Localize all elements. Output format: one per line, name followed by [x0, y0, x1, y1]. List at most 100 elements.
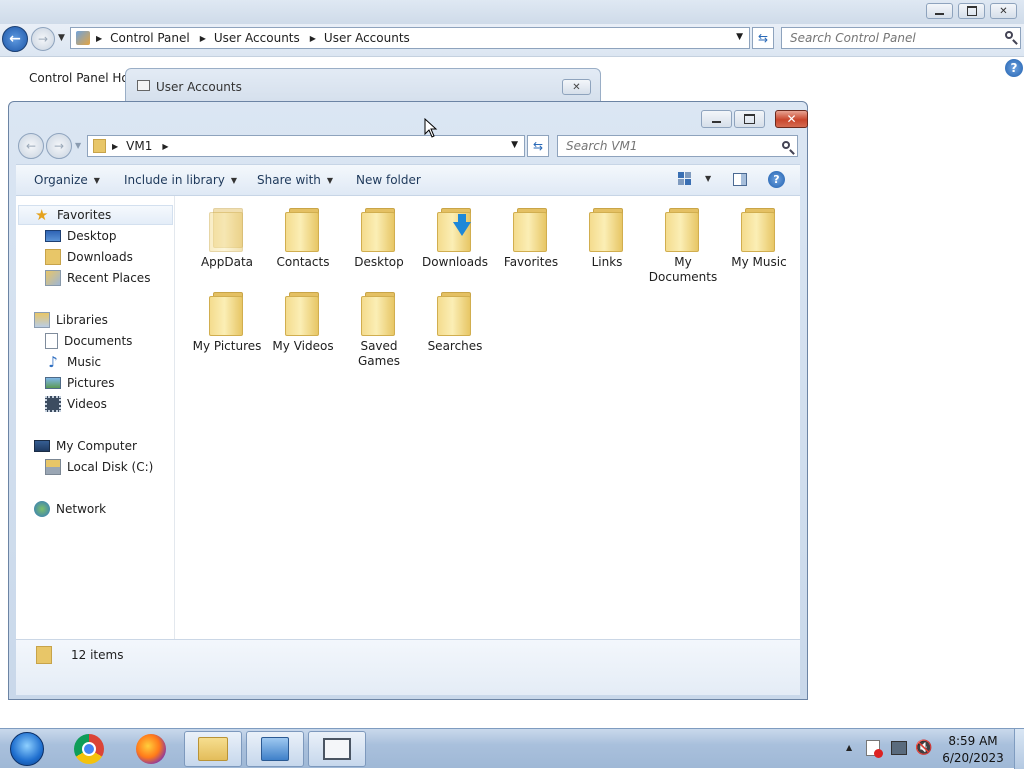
- dropdown-caret-icon: ▼: [93, 175, 100, 185]
- nav-downloads[interactable]: Downloads: [45, 247, 133, 267]
- cp-breadcrumb-item[interactable]: User Accounts: [214, 31, 300, 45]
- ex-search-input[interactable]: [557, 135, 798, 157]
- organize-button[interactable]: Organize ▼: [34, 173, 100, 187]
- start-orb-icon: [10, 732, 44, 766]
- back-arrow-icon: ←: [25, 139, 37, 153]
- ex-minimize-button[interactable]: [701, 110, 732, 128]
- taskbar-chrome-button[interactable]: [60, 731, 118, 767]
- cp-help-icon[interactable]: ?: [1005, 59, 1023, 77]
- address-dropdown-icon[interactable]: ▼: [736, 32, 743, 42]
- folder-item[interactable]: My Pictures: [191, 284, 263, 354]
- new-folder-button[interactable]: New folder: [356, 173, 421, 187]
- folder-label: My Pictures: [192, 339, 262, 353]
- folder-icon: [435, 290, 475, 336]
- help-button[interactable]: ?: [768, 171, 785, 188]
- ex-close-button[interactable]: ✕: [775, 110, 808, 128]
- action-center-warning-icon[interactable]: [866, 740, 883, 758]
- ex-breadcrumb-item[interactable]: VM1: [126, 139, 152, 153]
- folder-item[interactable]: AppData: [191, 200, 263, 270]
- search-icon[interactable]: [782, 141, 790, 149]
- nav-pictures[interactable]: Pictures: [45, 373, 115, 393]
- nav-network[interactable]: Network: [34, 499, 106, 519]
- nav-libraries[interactable]: Libraries: [34, 310, 108, 330]
- folder-item[interactable]: Contacts: [267, 200, 339, 270]
- cp-restore-button[interactable]: [958, 3, 985, 19]
- folder-item[interactable]: Favorites: [495, 200, 567, 270]
- cp-search-input[interactable]: [781, 27, 1021, 49]
- show-desktop-button[interactable]: [1014, 729, 1024, 769]
- folder-item[interactable]: My Music: [723, 200, 795, 270]
- taskbar-clock-time[interactable]: 8:59 AM: [938, 734, 1008, 748]
- taskbar-clock-date[interactable]: 6/20/2023: [938, 751, 1008, 765]
- dropdown-caret-icon: ▼: [326, 175, 334, 185]
- nav-desktop[interactable]: Desktop: [45, 226, 117, 246]
- nav-videos[interactable]: Videos: [45, 394, 107, 414]
- download-arrow-icon: [453, 222, 471, 236]
- preview-pane-button[interactable]: [733, 173, 747, 186]
- cp-close-button[interactable]: ✕: [990, 3, 1017, 19]
- minimize-icon: [935, 13, 944, 15]
- folder-item[interactable]: Saved Games: [343, 284, 415, 369]
- nav-documents[interactable]: Documents: [45, 331, 132, 351]
- nav-favorites[interactable]: ★ Favorites: [18, 205, 173, 225]
- cp-forward-button[interactable]: →: [31, 27, 55, 51]
- ua-dialog-close-button[interactable]: ✕: [562, 79, 591, 95]
- folder-icon: [359, 206, 399, 252]
- taskbar-file-explorer-button[interactable]: [184, 731, 242, 767]
- search-icon[interactable]: [1005, 31, 1013, 39]
- folder-content-area: AppData Contacts Desktop Downloads Favorites…: [175, 196, 800, 639]
- forward-arrow-icon: →: [37, 32, 49, 46]
- show-hidden-icons-icon[interactable]: ▲: [846, 743, 852, 752]
- ex-address-bar[interactable]: ▶ VM1 ▶ ▼: [87, 135, 525, 157]
- user-folder-icon: [93, 139, 106, 153]
- nav-music[interactable]: ♪ Music: [45, 352, 101, 372]
- taskbar-user-accounts-button[interactable]: [308, 731, 366, 767]
- change-view-button[interactable]: ▼: [678, 172, 711, 185]
- folder-icon: [739, 206, 779, 252]
- cp-back-button[interactable]: ←: [2, 26, 28, 52]
- back-arrow-icon: ←: [9, 31, 21, 47]
- ex-back-button[interactable]: ←: [18, 133, 44, 159]
- address-dropdown-icon[interactable]: ▼: [511, 140, 518, 150]
- cp-breadcrumb-item[interactable]: Control Panel: [110, 31, 190, 45]
- refresh-icon: ⇆: [757, 31, 769, 45]
- start-button[interactable]: [0, 731, 54, 767]
- cp-address-bar[interactable]: ▶ Control Panel ▶ User Accounts ▶ User A…: [70, 27, 750, 49]
- share-with-button[interactable]: Share with ▼: [257, 173, 333, 187]
- downloads-folder-icon: [45, 249, 61, 265]
- folder-icon: [359, 290, 399, 336]
- control-panel-titlebar: ✕: [0, 0, 1024, 24]
- cp-refresh-button[interactable]: ⇆: [752, 27, 774, 49]
- volume-muted-icon[interactable]: 🔇: [915, 740, 932, 756]
- folder-icon: [207, 290, 247, 336]
- include-in-library-button[interactable]: Include in library ▼: [124, 173, 237, 187]
- ex-forward-button[interactable]: →: [46, 133, 72, 159]
- nav-my-computer[interactable]: My Computer: [34, 436, 137, 456]
- folder-item[interactable]: Desktop: [343, 200, 415, 270]
- folder-label: AppData: [200, 255, 254, 269]
- status-item-count: 12 items: [71, 648, 124, 662]
- nav-local-disk-c[interactable]: Local Disk (C:): [45, 457, 153, 477]
- ex-refresh-button[interactable]: ⇆: [527, 135, 549, 157]
- folder-icon: [663, 206, 703, 252]
- folder-label: Favorites: [503, 255, 559, 269]
- dropdown-caret-icon: ▼: [705, 174, 712, 183]
- ex-recent-chevron-icon[interactable]: ▼: [75, 141, 81, 150]
- folder-item[interactable]: My Videos: [267, 284, 339, 354]
- ex-maximize-button[interactable]: [734, 110, 765, 128]
- taskbar-control-panel-button[interactable]: [246, 731, 304, 767]
- cp-breadcrumb-item[interactable]: User Accounts: [324, 31, 410, 45]
- breadcrumb-arrow-icon: ▶: [309, 33, 316, 43]
- nav-recent-places[interactable]: Recent Places: [45, 268, 150, 288]
- taskbar-firefox-button[interactable]: [122, 731, 180, 767]
- navigation-pane: ★ Favorites Desktop Downloads Recent Pla…: [16, 196, 175, 639]
- desktop-icon: [45, 230, 61, 242]
- recent-pages-chevron-icon[interactable]: ▼: [58, 33, 65, 43]
- folder-item[interactable]: Links: [571, 200, 643, 270]
- cp-minimize-button[interactable]: [926, 3, 953, 19]
- network-status-icon[interactable]: [891, 741, 907, 755]
- folder-item[interactable]: Searches: [419, 284, 491, 354]
- folder-item[interactable]: Downloads: [419, 200, 491, 270]
- folder-item[interactable]: My Documents: [647, 200, 719, 285]
- control-panel-home-link[interactable]: Control Panel Hor: [29, 71, 134, 85]
